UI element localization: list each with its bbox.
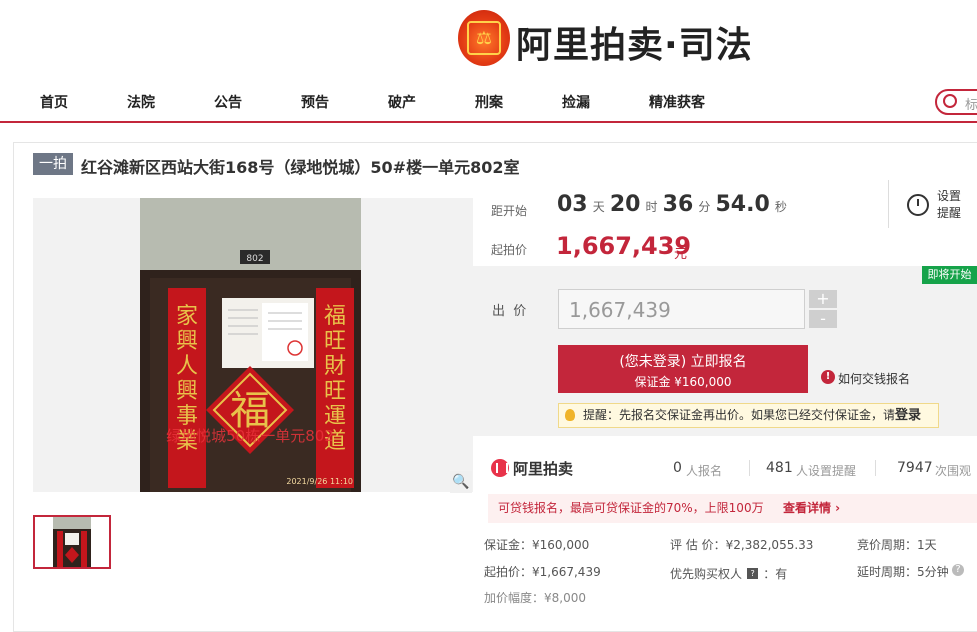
search-icon xyxy=(943,94,957,108)
signup-button-label: (您未登录) 立即报名 xyxy=(619,354,747,370)
svg-text:旺: 旺 xyxy=(324,329,346,354)
delay-cycle-info: 延时周期：5分钟 xyxy=(857,565,949,579)
search-placeholder: 标 xyxy=(965,98,977,113)
reminder-count-label: 人设置提醒 xyxy=(796,464,857,478)
priority-buyer-label: 优先购买权人 xyxy=(670,567,743,581)
auction-round-badge: 一拍 xyxy=(33,153,73,175)
nav-item-preview[interactable]: 预告 xyxy=(301,92,329,112)
nav-item-home[interactable]: 首页 xyxy=(40,92,68,112)
how-to-pay-link[interactable]: 如何交钱报名 xyxy=(838,370,910,387)
priority-buyer-info: 优先购买权人 ? ：有 xyxy=(670,563,787,582)
svg-text:人: 人 xyxy=(176,354,198,379)
main-nav: 首页 法院 公告 预告 破产 刑案 捡漏 精准获客 xyxy=(0,84,977,120)
svg-text:旺: 旺 xyxy=(324,379,346,404)
signup-count: 0 xyxy=(673,460,682,476)
nav-divider xyxy=(0,121,977,123)
main-photo[interactable]: 802 家興人 興事業 福旺財 旺運道 福 绿地悦城50栋一单元802 2021… xyxy=(140,198,361,492)
countdown-hours-unit: 时 xyxy=(645,200,658,214)
loan-text: 可贷钱报名，最高可贷保证金的70%，上限100万 xyxy=(498,501,764,515)
bid-amount-input[interactable]: 1,667,439 xyxy=(558,289,805,329)
countdown-seconds-unit: 秒 xyxy=(774,200,787,214)
nav-item-precise-leads[interactable]: 精准获客 xyxy=(649,92,705,112)
magnifier-icon[interactable]: 🔍 xyxy=(450,471,472,493)
door-plate-text: 802 xyxy=(246,254,263,264)
alarm-clock-icon xyxy=(907,194,929,216)
deposit-info: 保证金：¥160,000 xyxy=(484,538,590,552)
delay-help-icon[interactable]: ? xyxy=(952,564,964,576)
loan-banner: 可贷钱报名，最高可贷保证金的70%，上限100万 查看详情 › xyxy=(488,494,977,523)
lightbulb-icon xyxy=(565,409,575,421)
decrease-bid-button[interactable]: - xyxy=(809,310,837,328)
search-input[interactable]: 标 xyxy=(935,89,977,115)
ali-auction-logo-icon xyxy=(491,459,509,477)
priority-buyer-value: ：有 xyxy=(763,567,788,581)
svg-text:家: 家 xyxy=(176,304,198,329)
svg-text:福: 福 xyxy=(324,304,346,329)
appraisal-info: 评 估 价：¥2,382,055.33 xyxy=(670,538,814,552)
svg-text:興: 興 xyxy=(176,379,198,404)
countdown-label: 距开始 xyxy=(491,204,528,218)
increment-info: 加价幅度：¥8,000 xyxy=(484,591,586,605)
bid-label: 出 价 xyxy=(492,304,527,319)
stat-divider xyxy=(749,460,750,476)
reminder-count: 481 xyxy=(766,460,793,476)
view-count: 7947 xyxy=(897,460,933,476)
reminder-label-line1: 设置 xyxy=(937,189,962,203)
nav-item-announcements[interactable]: 公告 xyxy=(214,92,242,112)
nav-item-bankruptcy[interactable]: 破产 xyxy=(388,92,416,112)
photo-timestamp: 2021/9/26 11:10 xyxy=(286,477,353,486)
signup-deposit-label: 保证金 ¥160,000 xyxy=(634,375,732,389)
start-price-info: 起拍价：¥1,667,439 xyxy=(484,565,601,579)
nav-item-courts[interactable]: 法院 xyxy=(127,92,155,112)
countdown-minutes: 36 xyxy=(662,192,694,217)
bid-cycle-info: 竞价周期：1天 xyxy=(857,538,937,552)
svg-text:事: 事 xyxy=(176,404,198,429)
photo-watermark-text: 绿地悦城50栋一单元802 xyxy=(166,427,334,445)
signup-button[interactable]: (您未登录) 立即报名 保证金 ¥160,000 xyxy=(558,345,808,393)
signup-count-label: 人报名 xyxy=(686,464,723,478)
login-tip: 提醒：先报名交保证金再出价。如果您已经交付保证金，请登录 xyxy=(558,403,939,428)
start-price-label: 起拍价 xyxy=(491,243,528,257)
svg-text:財: 財 xyxy=(324,354,346,379)
svg-text:興: 興 xyxy=(176,329,198,354)
svg-text:運: 運 xyxy=(324,404,346,429)
reminder-label[interactable]: 设置 提醒 xyxy=(937,188,961,222)
start-price-value: 1,667,439 xyxy=(556,232,692,260)
thumbnail-image xyxy=(35,517,109,567)
site-logo-text[interactable]: 阿里拍卖·司法 xyxy=(516,16,753,68)
loan-details-link[interactable]: 查看详情 › xyxy=(783,494,840,523)
status-badge: 即将开始 xyxy=(922,266,977,284)
nav-item-bargains[interactable]: 捡漏 xyxy=(562,92,590,112)
countdown-timer: 03 天 20 时 36 分 54.0 秒 xyxy=(557,192,787,217)
stat-divider xyxy=(875,460,876,476)
countdown-seconds: 54.0 xyxy=(715,192,770,217)
info-icon: ! xyxy=(821,370,835,384)
nav-item-criminal[interactable]: 刑案 xyxy=(475,92,503,112)
start-price-unit: 元 xyxy=(674,247,688,262)
tip-login-link[interactable]: 登录 xyxy=(895,408,921,423)
countdown-hours: 20 xyxy=(609,192,641,217)
view-count-label: 次围观 xyxy=(935,464,972,478)
tip-text: 提醒：先报名交保证金再出价。如果您已经交付保证金，请 xyxy=(583,408,896,422)
countdown-days-unit: 天 xyxy=(592,200,605,214)
increase-bid-button[interactable]: + xyxy=(809,290,837,308)
countdown-days: 03 xyxy=(557,192,588,217)
thumbnail-1[interactable] xyxy=(33,515,111,569)
auction-title: 红谷滩新区西站大街168号（绿地悦城）50#楼一单元802室 xyxy=(81,158,520,177)
door-photo-image: 802 家興人 興事業 福旺財 旺運道 福 绿地悦城50栋一单元802 2021… xyxy=(140,198,361,492)
ali-auction-brand: 阿里拍卖 xyxy=(513,460,574,478)
reminder-label-line2: 提醒 xyxy=(937,206,962,220)
priority-help-icon[interactable]: ? xyxy=(747,568,759,579)
court-seal-logo-icon: ⚖ xyxy=(458,10,510,66)
countdown-minutes-unit: 分 xyxy=(698,200,711,214)
